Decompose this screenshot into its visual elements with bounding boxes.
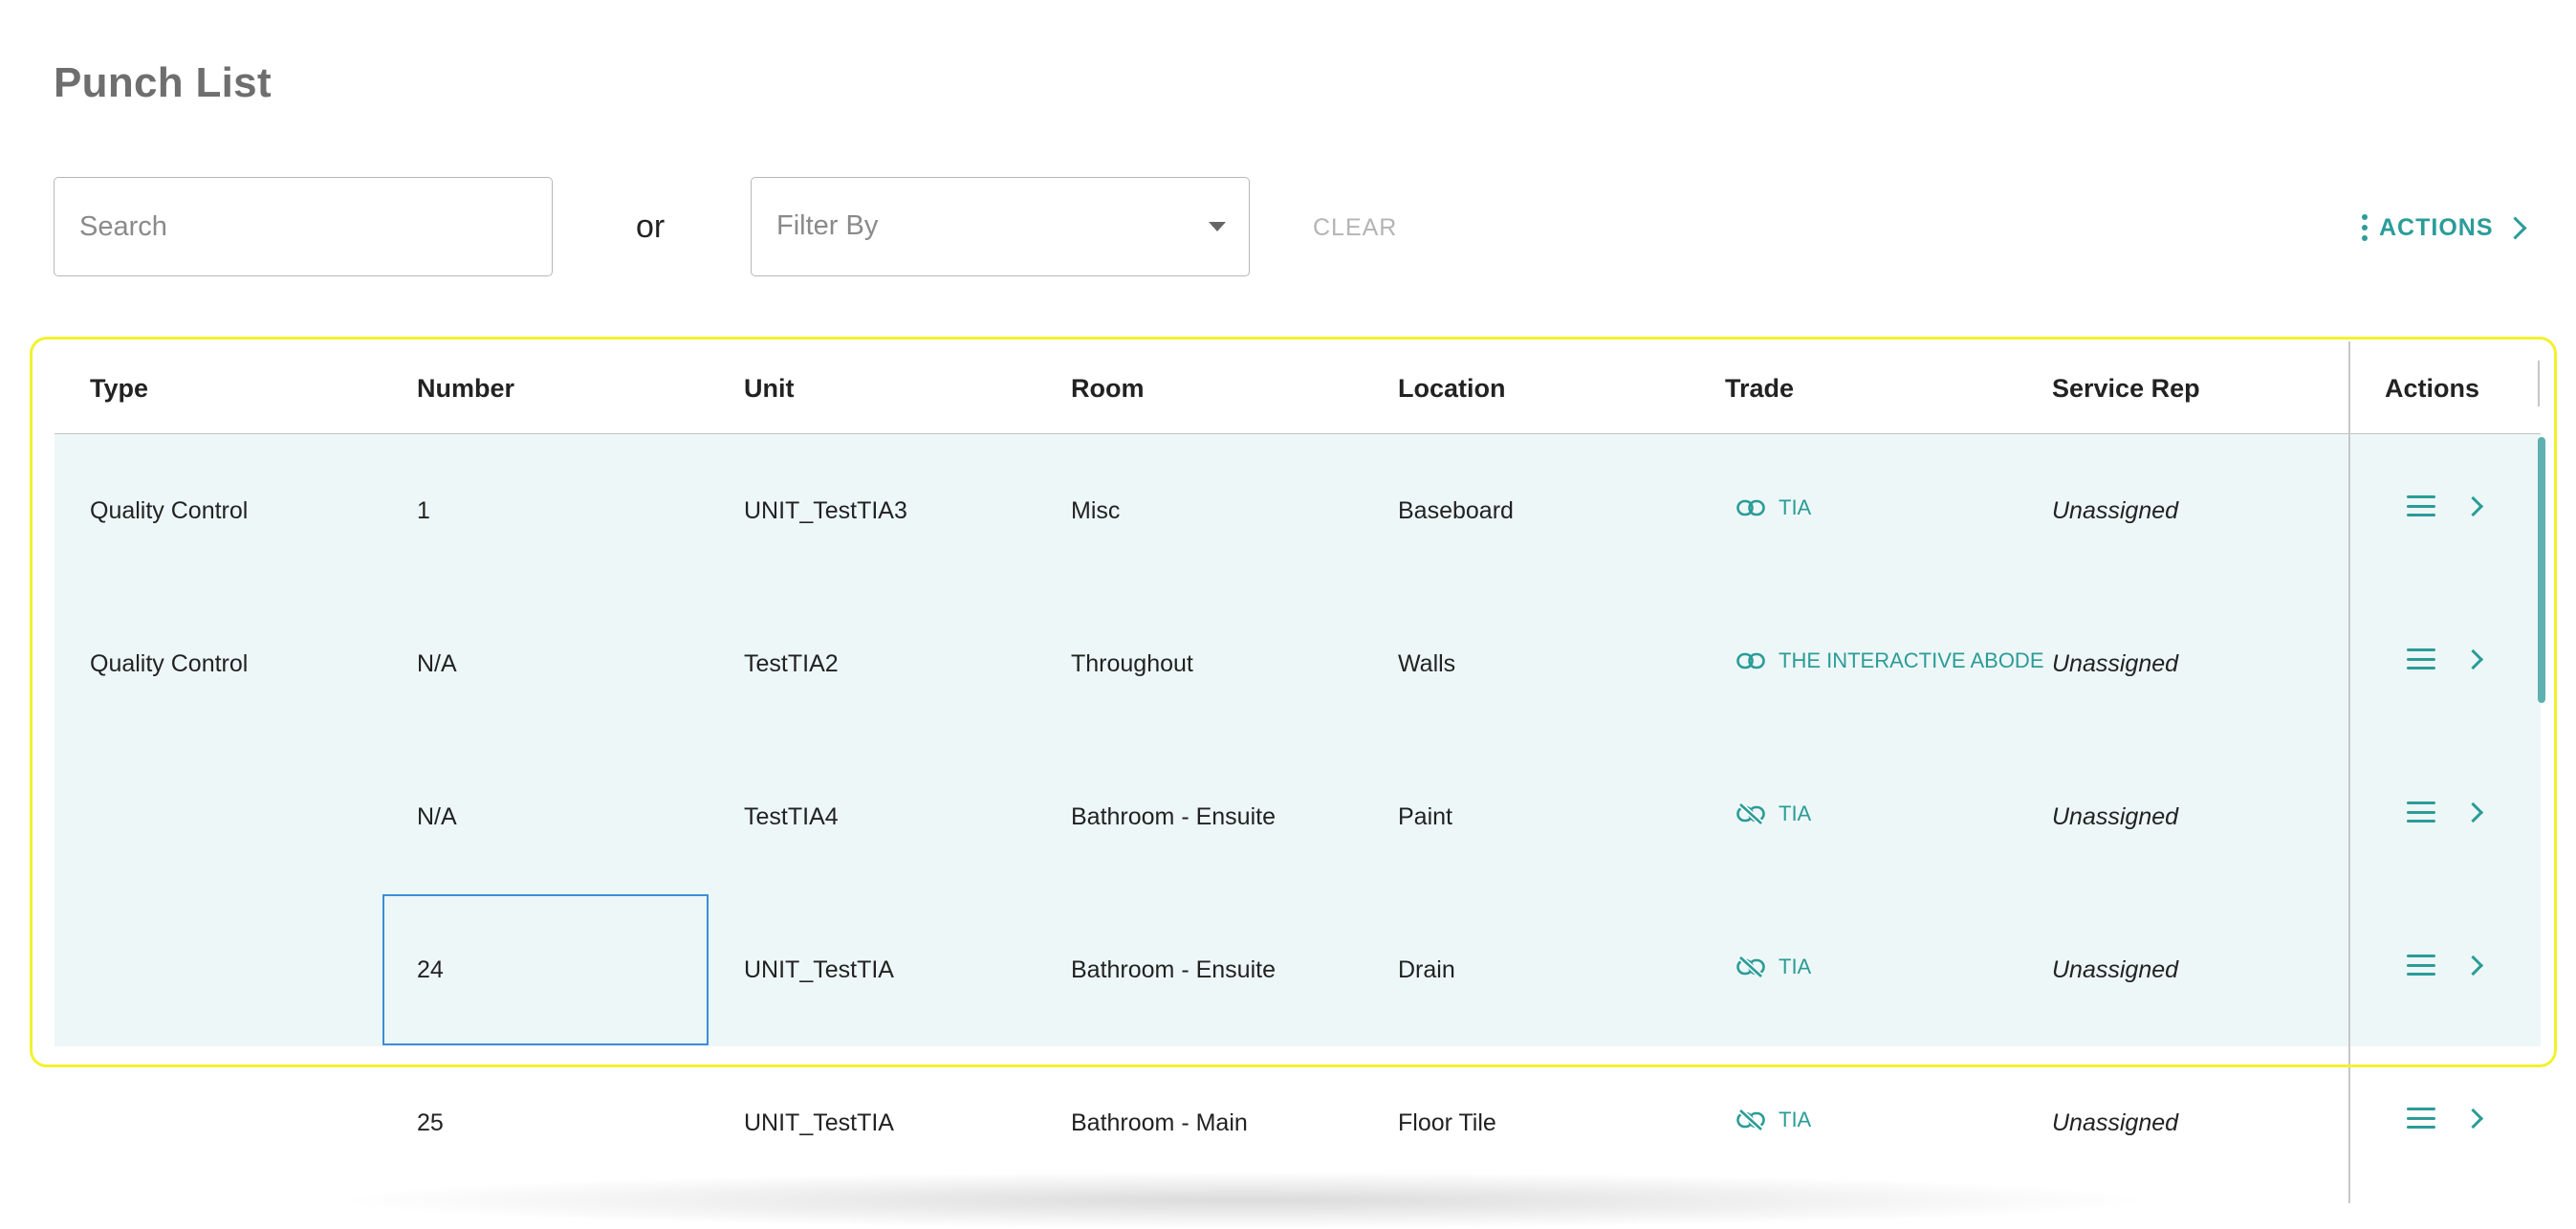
cell-unit: UNIT_TestTIA3 (744, 497, 907, 524)
clear-button[interactable]: CLEAR (1313, 214, 1397, 242)
filter-by-dropdown[interactable]: Filter By (751, 177, 1250, 276)
chevron-right-icon[interactable] (2462, 801, 2484, 823)
trade-label: TIA (1779, 1108, 1812, 1131)
column-header-trade[interactable]: Trade (1725, 374, 1794, 404)
table-row[interactable]: Quality Control N/A TestTIA2 Throughout … (55, 587, 2541, 740)
unlink-icon (1736, 803, 1765, 824)
menu-icon[interactable] (2407, 955, 2435, 976)
column-header-service-rep[interactable]: Service Rep (2052, 374, 2200, 404)
or-separator: or (636, 208, 666, 245)
trade-label: TIA (1779, 801, 1812, 825)
cell-trade[interactable]: TIA (1736, 801, 1811, 826)
table-row[interactable]: Quality Control 1 UNIT_TestTIA3 Misc Bas… (55, 434, 2541, 587)
column-header-location[interactable]: Location (1398, 374, 1506, 404)
cell-trade[interactable]: TIA (1736, 495, 1811, 520)
search-input[interactable] (54, 177, 553, 276)
menu-icon[interactable] (2407, 1108, 2435, 1129)
trade-label: THE INTERACTIVE ABODE (1779, 648, 2044, 672)
actions-button[interactable]: ACTIONS (2362, 210, 2527, 245)
cell-room: Bathroom - Main (1071, 1109, 1248, 1136)
cell-trade[interactable]: TIA (1736, 1108, 1811, 1132)
cell-service-rep: Unassigned (2052, 650, 2179, 677)
cell-room: Misc (1071, 497, 1121, 524)
cell-unit: TestTIA2 (744, 650, 839, 677)
chevron-right-icon[interactable] (2462, 1108, 2484, 1129)
cell-number[interactable]: N/A (417, 803, 457, 831)
focused-cell-outline (382, 894, 709, 1045)
cell-room: Bathroom - Ensuite (1071, 803, 1276, 830)
vertical-scrollbar[interactable] (2538, 437, 2545, 703)
cell-unit: TestTIA4 (744, 803, 839, 830)
cell-number[interactable]: 25 (417, 1109, 444, 1137)
column-header-room[interactable]: Room (1071, 374, 1145, 404)
cell-number[interactable]: 1 (417, 497, 430, 525)
unlink-icon (1736, 1109, 1765, 1130)
table-row[interactable]: N/A TestTIA4 Bathroom - Ensuite Paint TI… (55, 740, 2541, 893)
cell-service-rep: Unassigned (2052, 956, 2179, 983)
cell-location: Drain (1398, 956, 1455, 983)
popup-shadow (325, 1172, 2161, 1229)
cell-room: Bathroom - Ensuite (1071, 956, 1276, 983)
chevron-right-icon (2502, 215, 2527, 240)
cell-location: Baseboard (1398, 497, 1514, 524)
kebab-menu-icon (2362, 214, 2368, 241)
cell-unit: UNIT_TestTIA (744, 1109, 894, 1136)
chevron-right-icon[interactable] (2462, 495, 2484, 516)
menu-icon[interactable] (2407, 801, 2435, 823)
row-actions (2407, 955, 2484, 976)
trade-label: TIA (1779, 955, 1812, 978)
cell-service-rep: Unassigned (2052, 497, 2179, 524)
actions-label: ACTIONS (2379, 213, 2494, 241)
caret-down-icon (1209, 222, 1226, 231)
table-header: Type Number Unit Room Location Trade Ser… (55, 341, 2541, 435)
row-actions (2407, 1108, 2484, 1129)
link-icon (1736, 499, 1765, 516)
cell-service-rep: Unassigned (2052, 803, 2179, 830)
menu-icon[interactable] (2407, 495, 2435, 516)
filter-by-label: Filter By (776, 210, 879, 241)
cell-location: Paint (1398, 803, 1452, 830)
cell-trade[interactable]: TIA (1736, 955, 1811, 979)
unlink-icon (1736, 956, 1765, 977)
menu-icon[interactable] (2407, 648, 2435, 669)
chevron-right-icon[interactable] (2462, 648, 2484, 669)
cell-trade[interactable]: THE INTERACTIVE ABODE (1736, 648, 2044, 673)
actions-column-divider (2348, 341, 2350, 1203)
cell-unit: UNIT_TestTIA (744, 956, 894, 983)
cell-location: Walls (1398, 650, 1456, 677)
link-icon (1736, 652, 1765, 669)
row-actions (2407, 801, 2484, 823)
row-actions (2407, 648, 2484, 669)
cell-type: Quality Control (90, 497, 249, 524)
cell-type: Quality Control (90, 650, 249, 677)
chevron-right-icon[interactable] (2462, 955, 2484, 976)
column-header-unit[interactable]: Unit (744, 374, 794, 404)
column-header-number[interactable]: Number (417, 374, 514, 404)
page-title: Punch List (54, 59, 272, 106)
column-header-actions: Actions (2385, 374, 2480, 403)
cell-number[interactable]: N/A (417, 650, 457, 678)
punch-list-table: Type Number Unit Room Location Trade Ser… (55, 341, 2545, 1203)
column-divider (2538, 361, 2540, 406)
row-actions (2407, 495, 2484, 516)
trade-label: TIA (1779, 495, 1812, 519)
cell-location: Floor Tile (1398, 1109, 1496, 1136)
column-header-type[interactable]: Type (90, 374, 148, 404)
cell-room: Throughout (1071, 650, 1193, 677)
cell-service-rep: Unassigned (2052, 1109, 2179, 1136)
